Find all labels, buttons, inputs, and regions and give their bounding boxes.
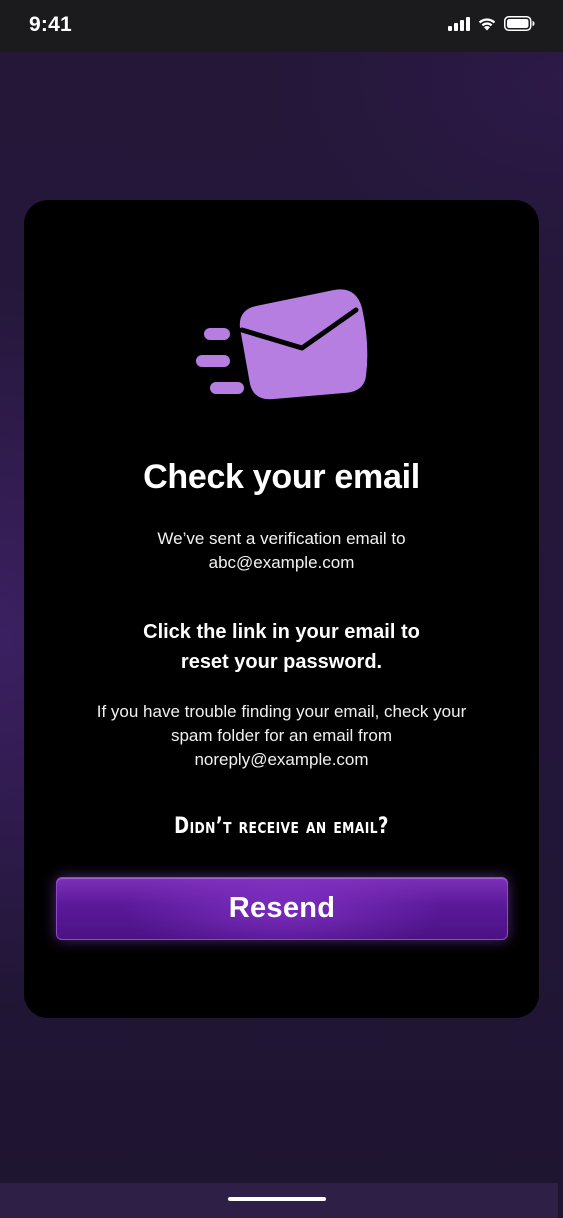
resend-button-label: Resend xyxy=(228,892,336,924)
status-icons xyxy=(448,16,535,31)
noreply-email-address: noreply@example.com xyxy=(194,750,369,769)
home-indicator[interactable] xyxy=(228,1197,326,1201)
instruction-text: Click the link in your email to reset yo… xyxy=(24,617,539,677)
trouble-line-1: If you have trouble finding your email, … xyxy=(96,702,467,721)
verification-card: Check your email We’ve sent a verificati… xyxy=(24,200,539,1018)
page-title: Check your email xyxy=(143,458,420,496)
sent-message-line: We’ve sent a verification email to xyxy=(157,529,406,548)
status-bar: 9:41 xyxy=(0,0,563,52)
flying-envelope-icon xyxy=(196,289,368,400)
status-time: 9:41 xyxy=(29,13,72,36)
instruction-line-2: reset your password. xyxy=(180,651,383,673)
trouble-line-2: spam folder for an email from xyxy=(170,726,393,745)
instruction-line-1: Click the link in your email to xyxy=(143,621,420,643)
resend-button[interactable]: Resend xyxy=(56,877,508,940)
cellular-signal-icon xyxy=(448,16,470,31)
trouble-help-text: If you have trouble finding your email, … xyxy=(44,700,519,772)
battery-icon xyxy=(504,16,535,31)
wifi-icon xyxy=(478,18,496,31)
didnt-receive-heading: Didn’t receive an email? xyxy=(174,814,389,839)
sent-email-address: abc@example.com xyxy=(208,553,355,572)
sent-message: We’ve sent a verification email to abc@e… xyxy=(24,527,539,575)
screen: 9:41 Check your email We’ve sent a verif… xyxy=(0,0,563,1218)
